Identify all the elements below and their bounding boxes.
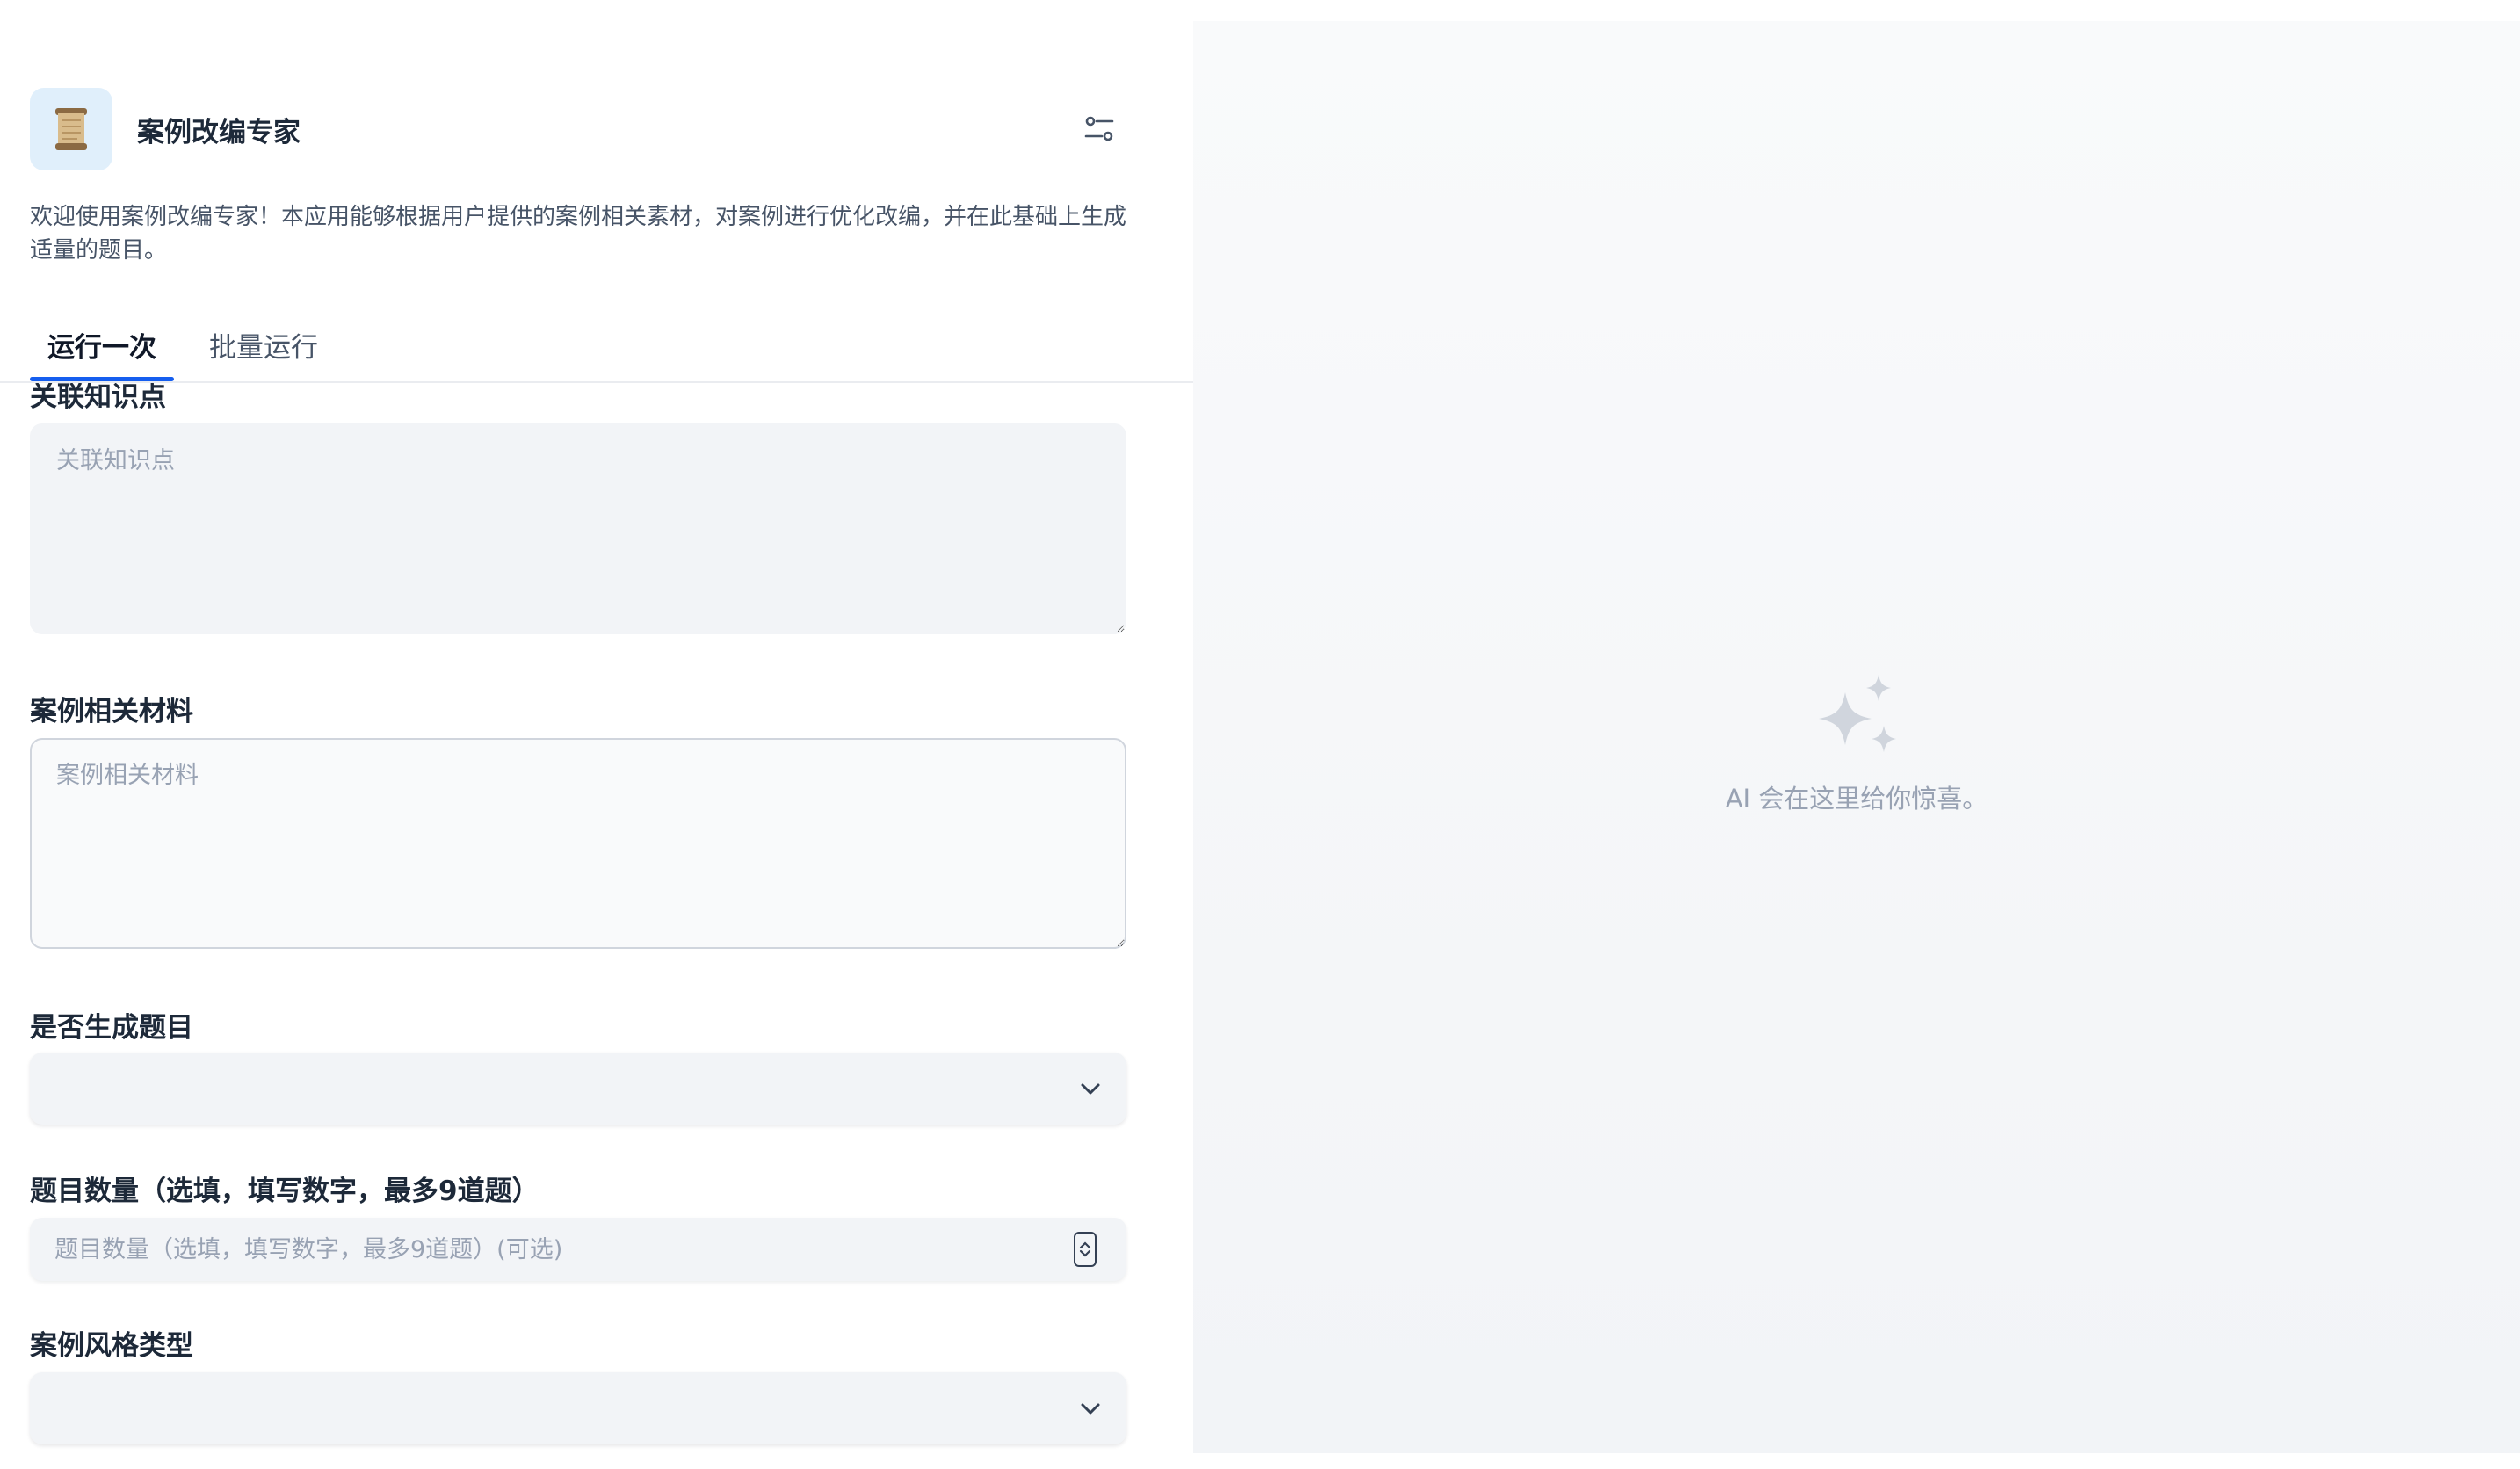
material-textarea[interactable] — [30, 738, 1126, 949]
question-count-field — [30, 1218, 1126, 1281]
tab-run-once[interactable]: 运行一次 — [30, 315, 174, 381]
material-label: 案例相关材料 — [30, 696, 193, 727]
sliders-icon — [1084, 116, 1114, 141]
stepper-down-icon[interactable] — [1079, 1249, 1091, 1258]
app-title: 案例改编专家 — [137, 116, 301, 148]
settings-button[interactable] — [1075, 105, 1123, 153]
style-select[interactable] — [30, 1372, 1126, 1444]
sparkles-icon — [1819, 675, 1896, 752]
scroll-icon — [30, 88, 112, 170]
generate-questions-label: 是否生成题目 — [30, 1012, 193, 1044]
app-description: 欢迎使用案例改编专家！本应用能够根据用户提供的案例相关素材，对案例进行优化改编，… — [30, 204, 1127, 264]
question-count-label: 题目数量（选填，填写数字，最多9道题） — [30, 1176, 539, 1207]
knowledge-textarea[interactable] — [30, 423, 1126, 634]
empty-state-text: AI 会在这里给你惊喜。 — [1725, 784, 1988, 814]
number-stepper[interactable] — [1074, 1232, 1097, 1267]
output-panel: AI 会在这里给你惊喜。 — [1193, 21, 2520, 1453]
tab-batch-run[interactable]: 批量运行 — [192, 315, 336, 381]
style-label: 案例风格类型 — [30, 1330, 193, 1362]
app-page: 案例改编专家 欢迎使用案例改编专家！本应用能够根据用户提供的案例相关素材，对案例… — [0, 0, 2520, 1469]
generate-questions-select[interactable] — [30, 1053, 1126, 1125]
chevron-down-icon — [1081, 1403, 1100, 1415]
chevron-down-icon — [1081, 1083, 1100, 1095]
run-mode-tabs: 运行一次 批量运行 — [30, 315, 353, 381]
app-header: 案例改编专家 — [30, 88, 1119, 170]
input-panel: 案例改编专家 欢迎使用案例改编专家！本应用能够根据用户提供的案例相关素材，对案例… — [0, 0, 1193, 1469]
question-count-input[interactable] — [30, 1218, 1067, 1281]
form-area[interactable]: 关联知识点 案例相关材料 是否生成题目 题目数量（选填，填写数字，最多9道题） — [0, 383, 1193, 1469]
empty-state: AI 会在这里给你惊喜。 — [1193, 671, 2520, 815]
knowledge-label: 关联知识点 — [30, 383, 166, 413]
stepper-up-icon[interactable] — [1079, 1241, 1091, 1249]
